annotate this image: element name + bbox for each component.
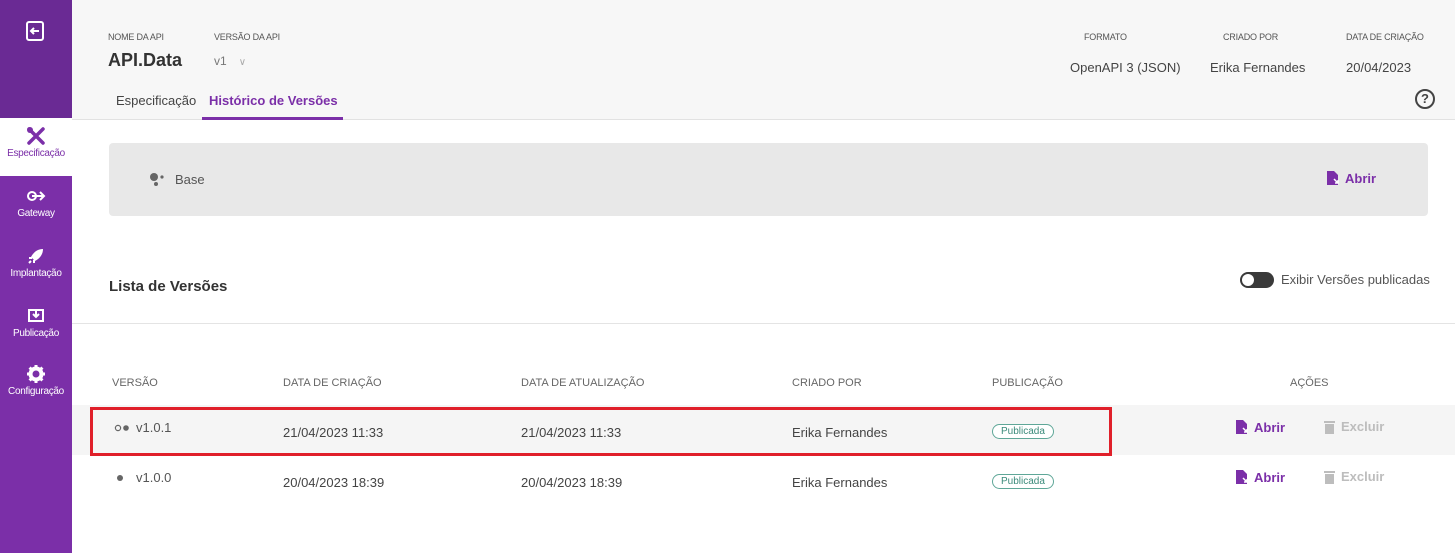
created-by-value: Erika Fernandes (1210, 60, 1306, 75)
api-version-label: VERSÃO DA API (214, 32, 280, 42)
delete-button[interactable]: Excluir (1324, 419, 1384, 434)
trash-icon (1324, 420, 1335, 434)
api-name-label: NOME DA API (108, 32, 164, 42)
author-cell: Erika Fernandes (792, 475, 888, 490)
format-label: FORMATO (1084, 32, 1127, 42)
delete-label: Excluir (1341, 469, 1385, 484)
column-header-publicacao: PUBLICAÇÃO (992, 377, 1063, 389)
created-cell: 20/04/2023 18:39 (283, 475, 385, 490)
toggle-knob (1242, 274, 1254, 286)
column-header-data-criacao: DATA DE CRIAÇÃO (283, 377, 382, 389)
open-label: Abrir (1254, 419, 1286, 435)
base-open-button[interactable]: Abrir (1326, 170, 1376, 186)
base-panel: Base Abrir (109, 143, 1428, 216)
highlight-box (90, 407, 1112, 456)
column-header-criado-por: CRIADO POR (792, 377, 862, 389)
gateway-icon (27, 191, 46, 201)
created-date-value: 20/04/2023 (1346, 60, 1412, 75)
base-label: Base (175, 172, 205, 187)
sidebar-item-gateway[interactable]: Gateway (0, 178, 72, 236)
open-label: Abrir (1254, 469, 1286, 485)
column-header-acoes: AÇÕES (1290, 377, 1329, 389)
gear-icon (27, 365, 45, 383)
sidebar-item-publicacao[interactable]: Publicação (0, 298, 72, 356)
column-header-data-atualizacao: DATA DE ATUALIZAÇÃO (521, 377, 645, 389)
publish-icon (28, 309, 44, 322)
sidebar-top (0, 0, 72, 118)
help-icon[interactable]: ? (1415, 89, 1435, 109)
file-open-icon (1236, 420, 1248, 434)
base-open-label: Abrir (1345, 170, 1377, 186)
open-button[interactable]: Abrir (1235, 419, 1285, 435)
version-value: v1.0.0 (136, 470, 172, 485)
file-open-icon (1236, 470, 1248, 484)
api-name: API.Data (108, 50, 183, 70)
sidebar-item-especificacao[interactable]: Especificação (0, 118, 72, 176)
tab-especificacao[interactable]: Especificação (116, 93, 196, 108)
created-date-label: DATA DE CRIAÇÃO (1346, 32, 1424, 42)
tools-icon (27, 127, 45, 145)
active-tab-indicator (202, 117, 343, 120)
version-dot-icon (117, 474, 123, 481)
versions-list-title: Lista de Versões (109, 278, 228, 295)
version-cell: v1.0.0 (114, 470, 171, 485)
status-badge: Publicada (992, 474, 1054, 489)
delete-label: Excluir (1341, 419, 1385, 434)
column-header-versao: VERSÃO (112, 377, 158, 389)
published-versions-toggle[interactable] (1240, 272, 1274, 288)
trash-icon (1324, 470, 1335, 484)
sidebar-item-label: Implantação (10, 268, 62, 279)
sidebar-item-label: Publicação (13, 328, 59, 339)
tab-historico-versoes[interactable]: Histórico de Versões (209, 93, 338, 108)
api-version-select[interactable]: v1 ∨ (214, 54, 246, 68)
api-version-value: v1 (214, 54, 227, 68)
sidebar-item-configuracao[interactable]: Configuração (0, 356, 72, 414)
sidebar-item-implantacao[interactable]: Implantação (0, 238, 72, 296)
sidebar-item-label: Especificação (7, 148, 65, 159)
rocket-icon (28, 249, 43, 264)
table-row: v1.0.0 20/04/2023 18:39 20/04/2023 18:39… (72, 455, 1455, 505)
created-by-label: CRIADO POR (1223, 32, 1279, 42)
updated-cell: 20/04/2023 18:39 (521, 475, 623, 490)
api-header: NOME DA API API.Data VERSÃO DA API v1 ∨ F… (72, 0, 1455, 120)
divider (72, 323, 1455, 324)
delete-button[interactable]: Excluir (1324, 469, 1384, 484)
format-value: OpenAPI 3 (JSON) (1070, 60, 1181, 75)
open-button[interactable]: Abrir (1235, 469, 1285, 485)
published-versions-toggle-label: Exibir Versões publicadas (1281, 272, 1430, 287)
file-open-icon (1327, 171, 1339, 185)
sidebar-item-label: Configuração (8, 386, 64, 397)
branch-icon (150, 173, 164, 186)
sidebar-item-label: Gateway (17, 208, 55, 219)
chevron-down-icon: ∨ (238, 57, 247, 68)
sidebar: Especificação Gateway Implantação Public… (0, 0, 72, 553)
exit-icon[interactable] (25, 20, 47, 42)
